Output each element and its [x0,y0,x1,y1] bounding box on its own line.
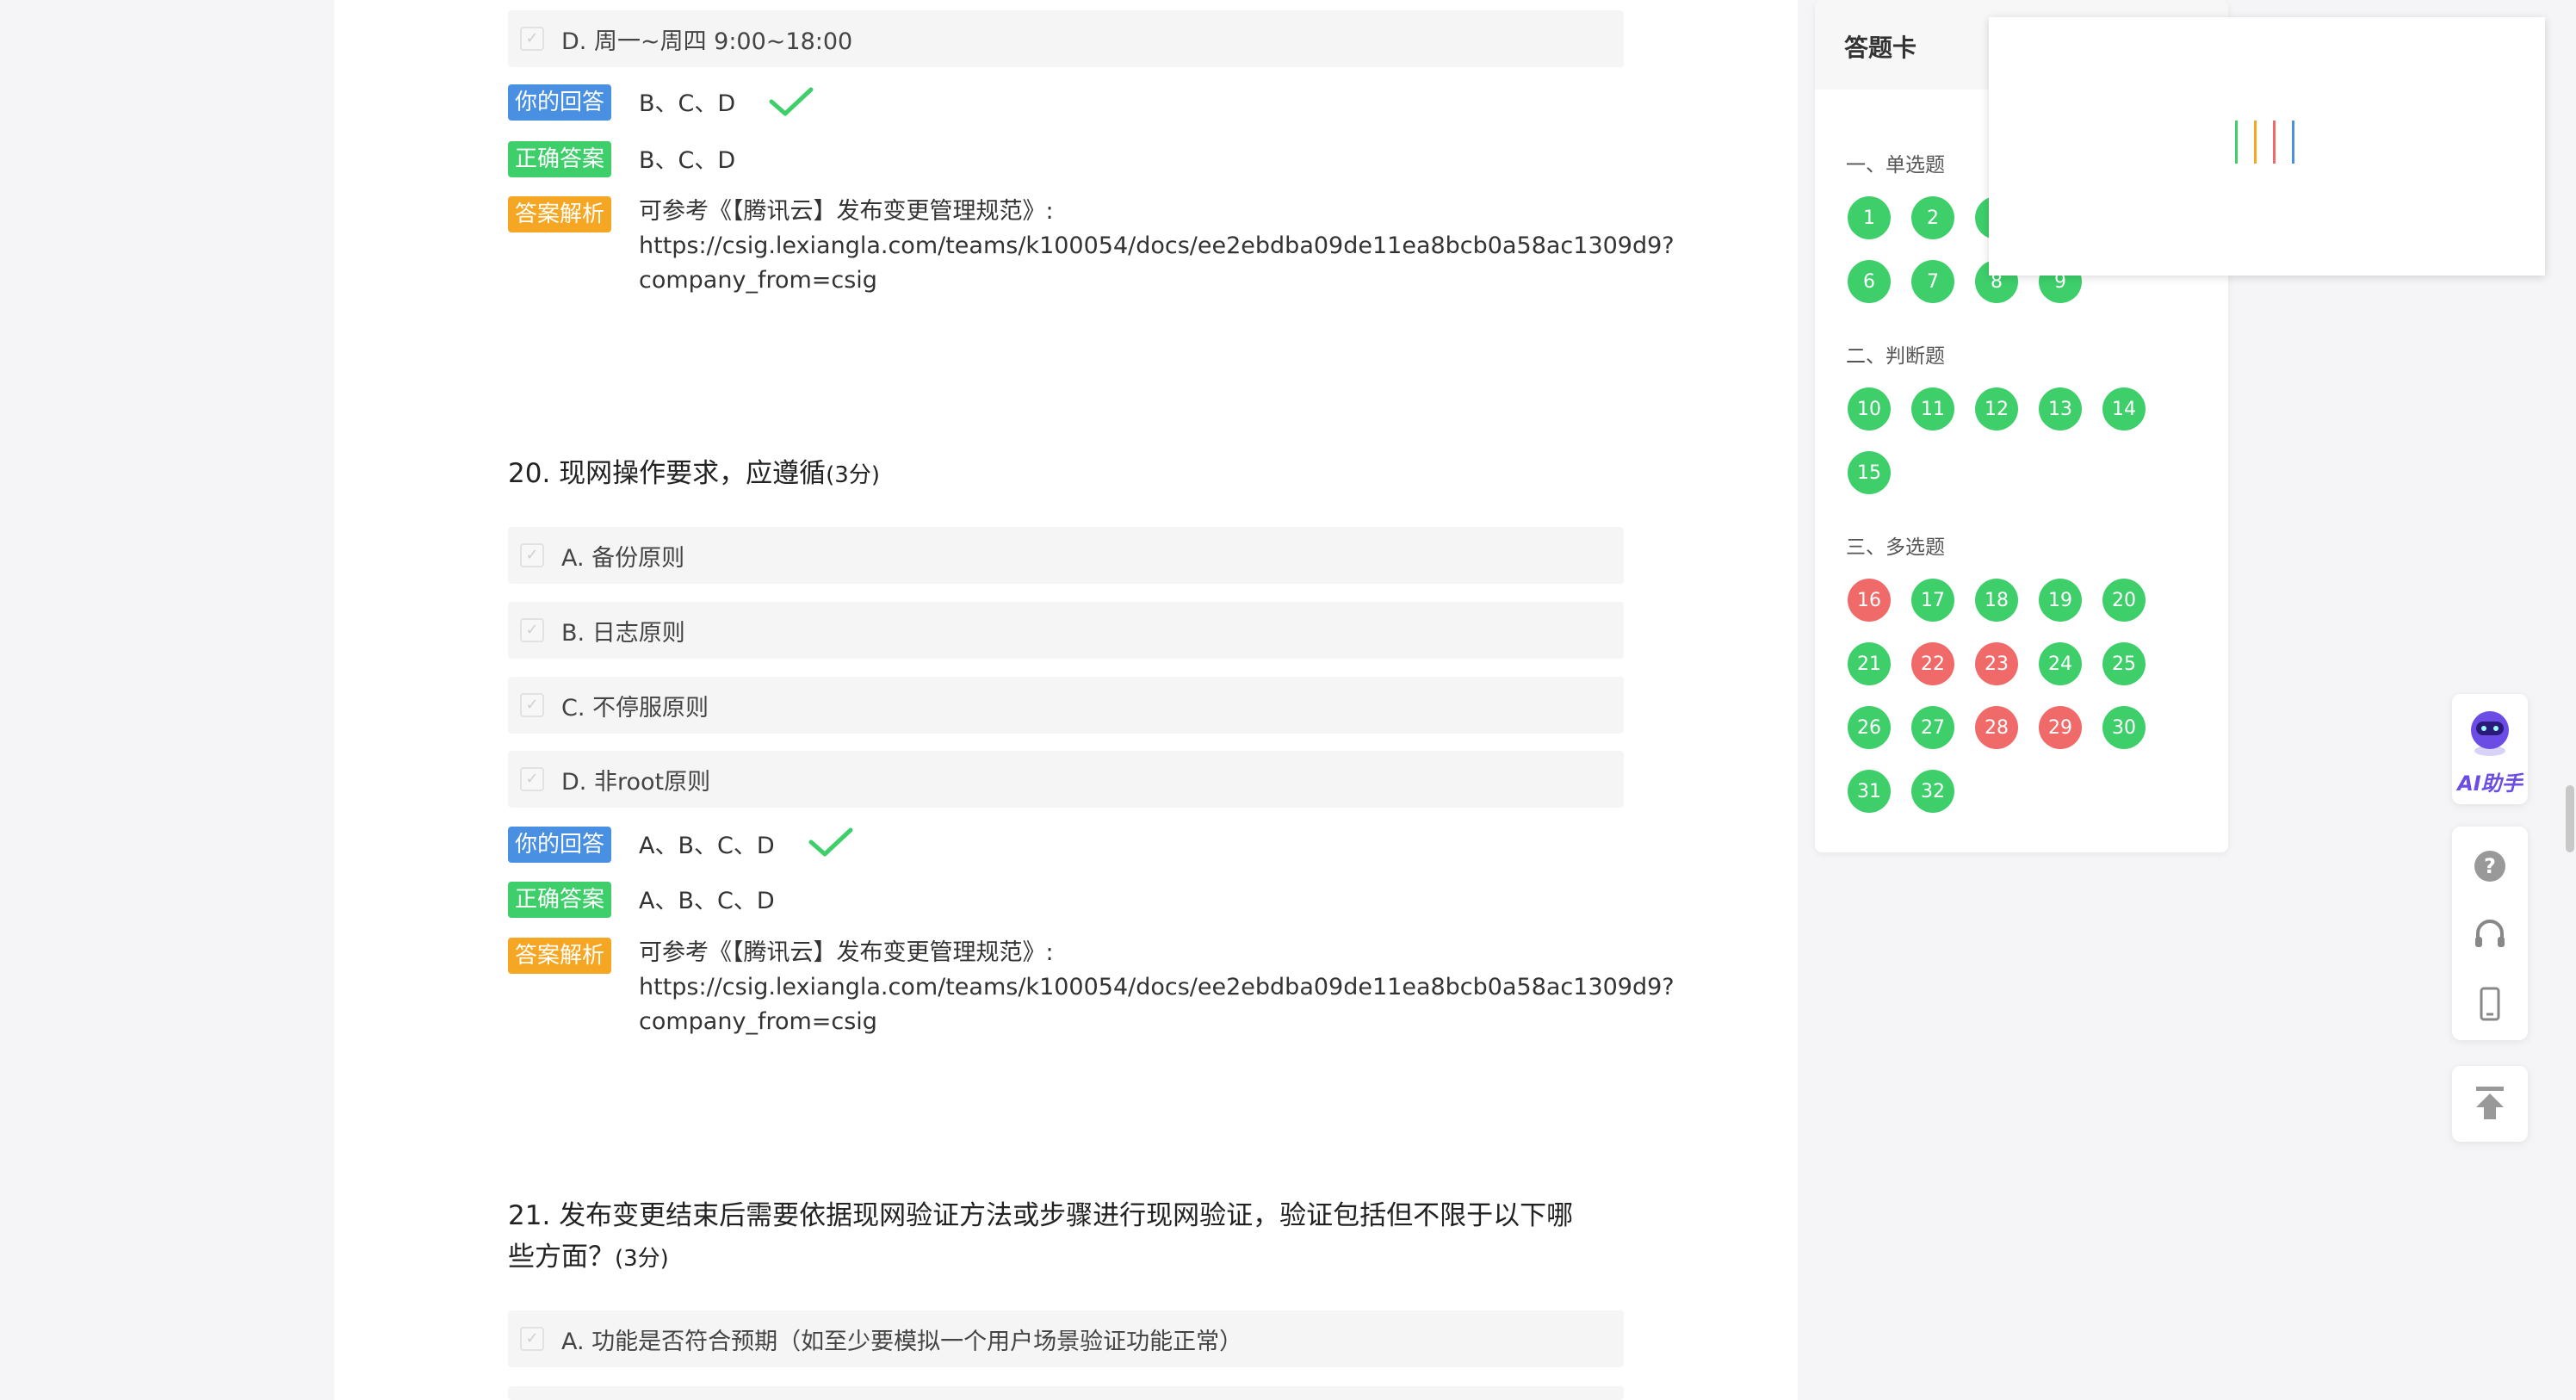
question-number-27[interactable]: 27 [1911,706,1954,749]
back-to-top-button[interactable] [2452,1066,2528,1142]
loading-bar [2292,121,2294,164]
scrollbar-thumb[interactable] [2566,785,2574,852]
loading-bar [2235,121,2238,164]
back-to-top-icon [2476,1087,2504,1119]
check-icon [769,87,814,116]
ai-assistant-label: AI助手 [2457,771,2523,796]
loading-bar [2273,121,2276,164]
analysis-tag: 答案解析 [508,938,612,974]
option-row[interactable]: ✓ D. 周一~周四 9:00~18:00 [508,10,1624,67]
question-number-15[interactable]: 15 [1848,451,1891,494]
option-row[interactable]: ✓ A. 功能是否符合预期（如至少要模拟一个用户场景验证功能正常） [508,1310,1624,1367]
analysis-text: 可参考《【腾讯云】发布变更管理规范》: https://csig.lexiang… [639,936,1675,1039]
loading-bar [2254,121,2257,164]
correct-answer-value: B、C、D [639,147,736,174]
loading-popup [1989,17,2545,276]
float-tools: ? [2452,827,2528,1040]
question-number-14[interactable]: 14 [2102,387,2146,431]
question-number-20[interactable]: 20 [2102,579,2146,622]
question-title: 21. 发布变更结束后需要依据现网验证方法或步骤进行现网验证，验证包括但不限于以… [508,1195,1627,1279]
question-number-31[interactable]: 31 [1848,770,1891,813]
question-number-23[interactable]: 23 [1975,642,2018,685]
option-label: C. 不停服原则 [561,694,709,722]
question-number-12[interactable]: 12 [1975,387,2018,431]
analysis-line: company_from=csig [639,1008,877,1035]
question-number-32[interactable]: 32 [1911,770,1954,813]
checkbox[interactable]: ✓ [520,27,544,51]
correct-answer-tag: 正确答案 [508,882,612,918]
option-row[interactable] [508,1386,1624,1400]
option-row[interactable]: ✓ D. 非root原则 [508,751,1624,808]
question-number-30[interactable]: 30 [2102,706,2146,749]
your-answer-value: B、C、D [639,90,736,117]
question-number-1[interactable]: 1 [1848,196,1891,239]
checkbox[interactable]: ✓ [520,543,544,567]
analysis-tag: 答案解析 [508,196,612,232]
question-number-7[interactable]: 7 [1911,260,1954,303]
question-number-11[interactable]: 11 [1911,387,1954,431]
headset-icon[interactable] [2471,916,2509,954]
your-answer-tag: 你的回答 [508,827,612,863]
answer-card-section-label: 三、多选题 [1846,536,1945,559]
analysis-link[interactable]: https://csig.lexiangla.com/teams/k100054… [639,970,1675,1005]
checkbox[interactable]: ✓ [520,767,544,791]
option-label: B. 日志原则 [561,619,685,647]
checkbox[interactable]: ✓ [520,693,544,717]
question-text: 21. 发布变更结束后需要依据现网验证方法或步骤进行现网验证，验证包括但不限于以… [508,1200,1574,1231]
question-score: (3分) [826,462,880,488]
ai-assistant-button[interactable]: AI助手 [2452,694,2528,804]
answer-card-section-label: 二、判断题 [1846,345,1945,368]
question-number-25[interactable]: 25 [2102,642,2146,685]
option-row[interactable]: ✓ A. 备份原则 [508,527,1624,584]
option-label: D. 非root原则 [561,768,711,796]
question-text: 些方面？ [508,1242,615,1273]
question-number-28[interactable]: 28 [1975,706,2018,749]
option-label: A. 备份原则 [561,544,685,572]
question-number-13[interactable]: 13 [2039,387,2082,431]
question-number-21[interactable]: 21 [1848,642,1891,685]
checkbox[interactable]: ✓ [520,1327,544,1351]
question-number-24[interactable]: 24 [2039,642,2082,685]
help-icon[interactable]: ? [2471,847,2509,885]
svg-text:?: ? [2484,854,2496,878]
question-title: 20. 现网操作要求，应遵循(3分) [508,453,1627,496]
robot-icon [2471,711,2509,756]
question-number-10[interactable]: 10 [1848,387,1891,431]
check-icon [808,827,853,857]
question-text: 20. 现网操作要求，应遵循 [508,458,827,489]
checkbox[interactable]: ✓ [520,618,544,642]
correct-answer-value: A、B、C、D [639,888,775,914]
question-number-17[interactable]: 17 [1911,579,1954,622]
question-number-2[interactable]: 2 [1911,196,1954,239]
answer-card-title: 答题卡 [1844,34,1917,62]
option-label: D. 周一~周四 9:00~18:00 [561,28,853,55]
option-row[interactable]: ✓ C. 不停服原则 [508,677,1624,734]
analysis-line: 可参考《【腾讯云】发布变更管理规范》: [639,939,1054,966]
question-number-26[interactable]: 26 [1848,706,1891,749]
question-number-29[interactable]: 29 [2039,706,2082,749]
answer-card-section-label: 一、单选题 [1846,154,1945,177]
question-number-6[interactable]: 6 [1848,260,1891,303]
your-answer-tag: 你的回答 [508,84,612,121]
option-row[interactable]: ✓ B. 日志原则 [508,602,1624,659]
analysis-line: 可参考《【腾讯云】发布变更管理规范》: [639,198,1054,225]
question-number-18[interactable]: 18 [1975,579,2018,622]
option-label: A. 功能是否符合预期（如至少要模拟一个用户场景验证功能正常） [561,1328,1243,1355]
analysis-line: company_from=csig [639,267,877,294]
question-number-16[interactable]: 16 [1848,579,1891,622]
question-number-19[interactable]: 19 [2039,579,2082,622]
your-answer-value: A、B、C、D [639,833,775,859]
mobile-icon[interactable] [2471,985,2509,1023]
question-score: (3分) [615,1246,669,1272]
analysis-link[interactable]: https://csig.lexiangla.com/teams/k100054… [639,229,1675,263]
question-number-22[interactable]: 22 [1911,642,1954,685]
correct-answer-tag: 正确答案 [508,141,612,177]
analysis-text: 可参考《【腾讯云】发布变更管理规范》: https://csig.lexiang… [639,195,1675,298]
